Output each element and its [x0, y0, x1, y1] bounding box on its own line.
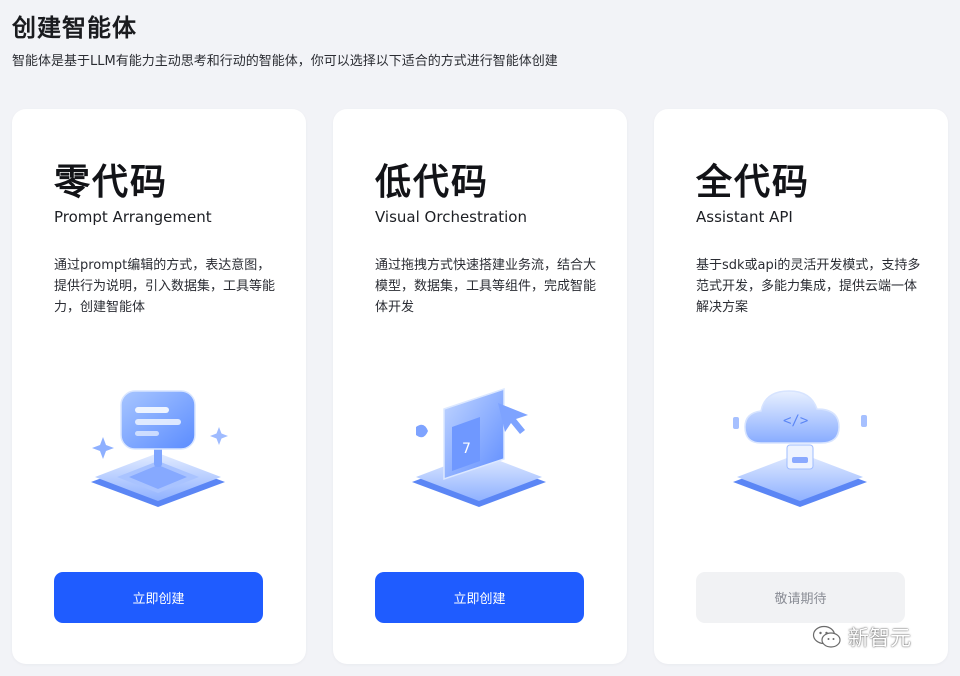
card-description: 通过prompt编辑的方式，表达意图，提供行为说明，引入数据集，工具等能力，创建…	[54, 258, 276, 315]
card-zero-code: 零代码 Prompt Arrangement 通过prompt编辑的方式，表达意…	[12, 109, 306, 664]
page-title: 创建智能体	[12, 14, 137, 42]
create-button[interactable]: 立即创建	[375, 572, 584, 623]
card-title: 低代码	[375, 162, 490, 203]
watermark-text: 新智元	[848, 626, 911, 650]
wechat-icon	[812, 625, 841, 648]
coming-soon-button[interactable]: 敬请期待	[696, 572, 905, 623]
card-low-code: 低代码 Visual Orchestration 通过拖拽方式快速搭建业务流，结…	[333, 109, 627, 664]
card-subtitle: Visual Orchestration	[375, 208, 527, 226]
card-description: 基于sdk或api的灵活开发模式，支持多范式开发，多能力集成，提供云端一体解决方…	[696, 258, 921, 315]
card-full-code: 全代码 Assistant API 基于sdk或api的灵活开发模式，支持多范式…	[654, 109, 948, 664]
chat-bubble-icon	[91, 390, 228, 507]
watermark: 新智元	[812, 622, 911, 652]
svg-text:</>: </>	[783, 413, 808, 429]
card-title: 零代码	[54, 162, 169, 203]
card-subtitle: Assistant API	[696, 208, 793, 226]
drag-cursor-icon: 7	[412, 387, 546, 507]
svg-text:7: 7	[462, 441, 471, 457]
cloud-code-icon: </>	[733, 390, 867, 507]
page-subtitle: 智能体是基于LLM有能力主动思考和行动的智能体，你可以选择以下适合的方式进行智能…	[12, 54, 558, 69]
card-description: 通过拖拽方式快速搭建业务流，结合大模型，数据集，工具等组件，完成智能体开发	[375, 258, 597, 315]
card-title: 全代码	[696, 162, 811, 203]
create-button[interactable]: 立即创建	[54, 572, 263, 623]
card-subtitle: Prompt Arrangement	[54, 208, 212, 226]
